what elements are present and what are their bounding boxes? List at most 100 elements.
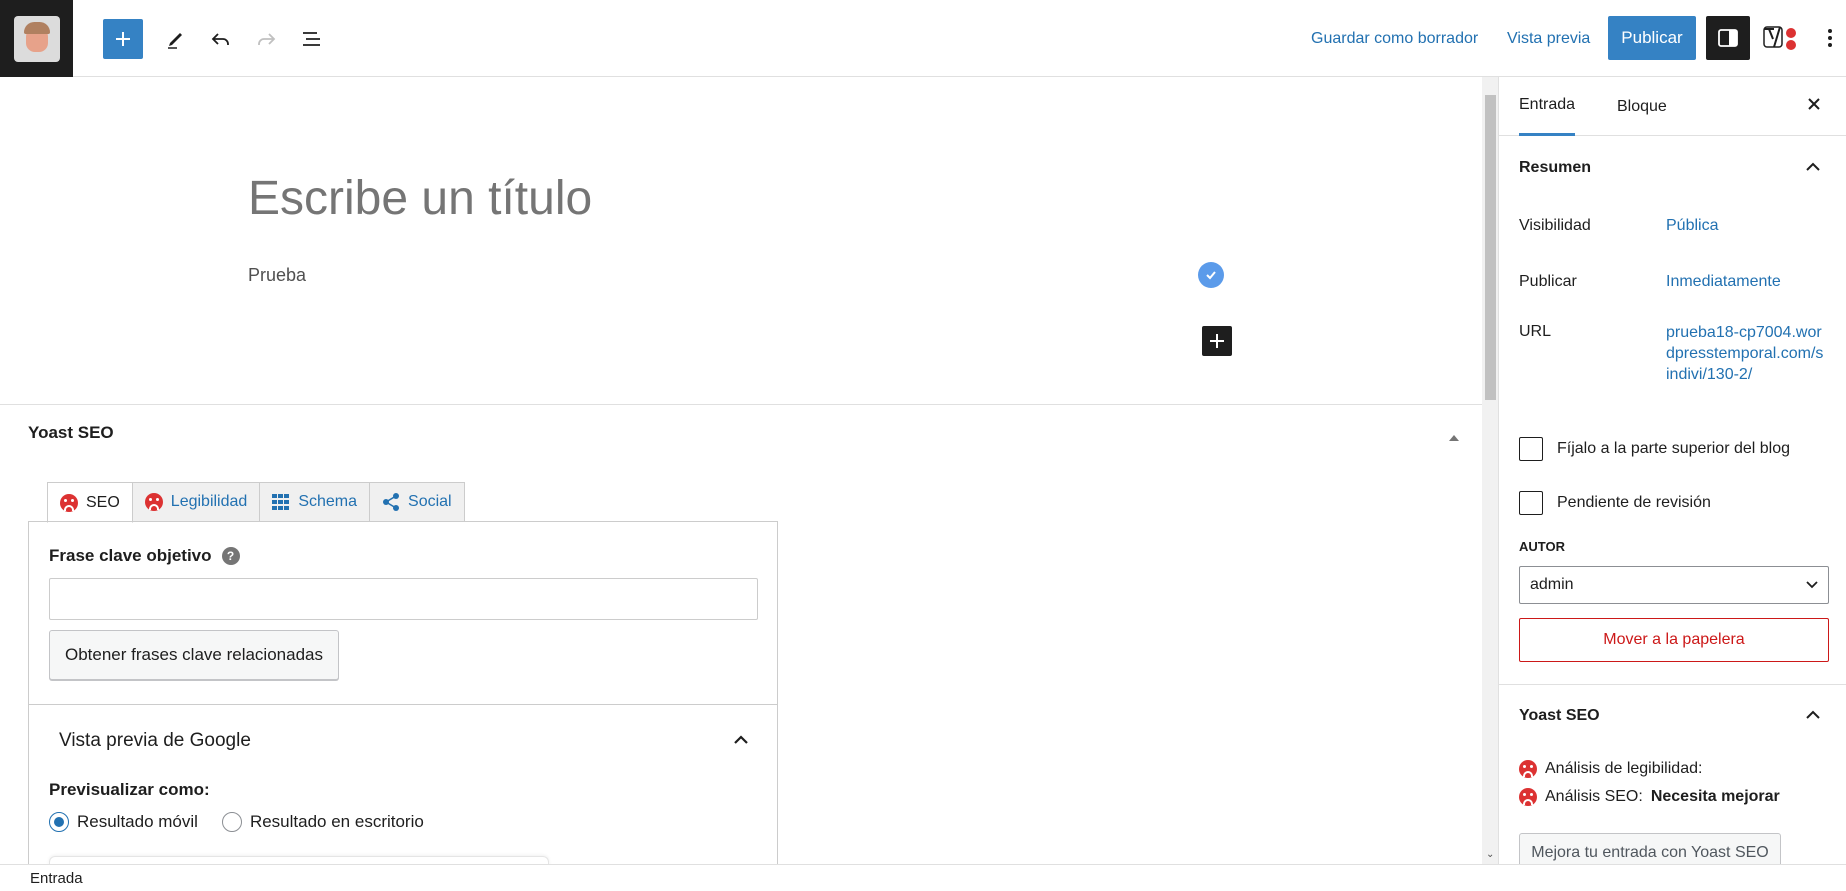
yoast-panel-title[interactable]: Yoast SEO	[1519, 707, 1600, 725]
tab-schema[interactable]: Schema	[259, 482, 371, 522]
radio-label: Resultado móvil	[77, 812, 198, 831]
author-label: AUTOR	[1519, 539, 1565, 554]
sad-face-icon	[1519, 760, 1537, 778]
visibility-label: Visibilidad	[1519, 217, 1591, 234]
help-icon[interactable]: ?	[221, 547, 240, 565]
save-draft-button[interactable]: Guardar como borrador	[1311, 30, 1478, 48]
summary-collapse-toggle[interactable]	[1805, 159, 1821, 176]
focus-keyphrase-label: Frase clave objetivo ?	[49, 546, 240, 566]
close-sidebar-button[interactable]	[1805, 95, 1823, 117]
yoast-toolbar-button[interactable]	[1758, 16, 1802, 60]
yoast-tabs: SEO Legibilidad Schema Social	[47, 482, 465, 523]
radio-desktop[interactable]: Resultado en escritorio	[221, 812, 424, 832]
paragraph-block[interactable]: Prueba	[248, 265, 306, 286]
add-block-button[interactable]	[103, 19, 143, 59]
radio-button[interactable]	[49, 812, 69, 832]
tab-social[interactable]: Social	[369, 482, 465, 522]
redo-button[interactable]	[246, 19, 286, 59]
summary-title[interactable]: Resumen	[1519, 159, 1591, 177]
publish-label: Publicar	[1519, 273, 1577, 290]
triangle-up-icon	[1449, 435, 1459, 441]
seo-score: Necesita mejorar	[1650, 788, 1780, 805]
settings-toggle-button[interactable]	[1706, 16, 1750, 60]
move-to-trash-button[interactable]: Mover a la papelera	[1519, 618, 1829, 662]
pending-review-checkbox[interactable]: Pendiente de revisión	[1519, 491, 1711, 515]
document-overview-button[interactable]	[292, 19, 332, 59]
undo-icon	[211, 33, 229, 45]
yoast-metabox: Yoast SEO SEO Legibilidad Schema Social	[0, 404, 1482, 864]
google-preview-toggle[interactable]	[733, 732, 749, 749]
chevron-down-icon	[1806, 581, 1818, 589]
yoast-logo-icon	[1763, 26, 1796, 50]
metabox-title: Yoast SEO	[28, 423, 114, 442]
focus-keyphrase-input[interactable]	[49, 578, 758, 620]
author-select-value: admin	[1530, 576, 1574, 593]
chevron-up-icon	[734, 735, 748, 744]
editor-header: Guardar como borrador Vista previa Publi…	[0, 0, 1846, 77]
options-menu-button[interactable]	[1816, 16, 1844, 60]
author-select[interactable]: admin	[1519, 566, 1829, 604]
readability-analysis: Análisis de legibilidad:	[1519, 760, 1702, 778]
seo-analysis: Análisis SEO: Necesita mejorar	[1519, 788, 1780, 806]
radio-button[interactable]	[221, 812, 242, 832]
tab-label: Legibilidad	[170, 493, 248, 510]
seo-label: Análisis SEO:	[1545, 788, 1643, 805]
tab-label: Social	[408, 493, 452, 510]
visibility-value[interactable]: Pública	[1666, 217, 1718, 235]
share-icon	[383, 493, 400, 511]
sad-face-icon	[1519, 788, 1537, 806]
preview-mode-radios: Resultado móvil Resultado en escritorio	[49, 812, 424, 832]
grammar-check-icon[interactable]	[1198, 262, 1224, 288]
url-label: URL	[1519, 323, 1552, 340]
sidebar-icon	[1718, 29, 1738, 47]
grid-icon	[272, 494, 290, 510]
url-value[interactable]: prueba18-cp7004.wordpresstemporal.com/si…	[1666, 322, 1826, 385]
editor-canvas: Escribe un título Prueba Yoast SEO SEO L…	[0, 77, 1482, 864]
tab-label: SEO	[86, 493, 120, 511]
preview-as-label: Previsualizar como:	[49, 780, 210, 799]
seo-panel: Frase clave objetivo ? Obtener frases cl…	[28, 521, 778, 864]
settings-sidebar: Entrada Bloque Resumen Visibilidad Públi…	[1498, 77, 1846, 864]
inline-add-block-button[interactable]	[1202, 326, 1232, 356]
radio-mobile[interactable]: Resultado móvil	[49, 812, 198, 832]
readability-label: Análisis de legibilidad:	[1545, 760, 1703, 777]
metabox-collapse-toggle[interactable]	[1448, 429, 1460, 446]
sticky-checkbox[interactable]: Fíjalo a la parte superior del blog	[1519, 437, 1790, 461]
radio-label: Resultado en escritorio	[249, 812, 424, 831]
yoast-panel-toggle[interactable]	[1805, 707, 1821, 724]
post-title-input[interactable]: Escribe un título	[248, 171, 592, 226]
tab-seo[interactable]: SEO	[47, 482, 133, 523]
tab-post[interactable]: Entrada	[1519, 77, 1576, 136]
tab-readability[interactable]: Legibilidad	[131, 482, 261, 522]
scrollbar-thumb[interactable]	[1485, 95, 1496, 400]
editor-scrollbar[interactable]: ⌄	[1482, 77, 1498, 864]
tab-block[interactable]: Bloque	[1617, 77, 1667, 136]
list-view-icon	[303, 32, 320, 46]
tools-button[interactable]	[156, 19, 196, 59]
editor-footer: Entrada	[0, 864, 1846, 891]
google-preview-title: Vista previa de Google	[59, 730, 251, 751]
site-icon-button[interactable]	[0, 0, 73, 77]
checkbox-label: Pendiente de revisión	[1557, 494, 1711, 511]
sad-face-icon	[60, 493, 78, 512]
breadcrumb[interactable]: Entrada	[30, 870, 83, 887]
google-preview-card	[49, 856, 549, 864]
scroll-down-arrow-icon[interactable]: ⌄	[1486, 849, 1494, 860]
improve-with-yoast-button[interactable]: Mejora tu entrada con Yoast SEO	[1519, 833, 1781, 864]
divider	[1499, 684, 1846, 685]
plus-icon	[1210, 334, 1224, 348]
close-icon	[1808, 98, 1820, 110]
pencil-icon	[168, 33, 182, 49]
preview-button[interactable]: Vista previa	[1507, 30, 1590, 48]
publish-button[interactable]: Publicar	[1608, 16, 1696, 60]
checkbox[interactable]	[1519, 437, 1543, 461]
undo-button[interactable]	[201, 19, 241, 59]
checkbox[interactable]	[1519, 491, 1543, 515]
publish-date-value[interactable]: Inmediatamente	[1666, 273, 1781, 291]
tab-label: Schema	[298, 493, 358, 510]
chevron-up-icon	[1806, 162, 1820, 171]
more-vertical-icon	[1828, 29, 1832, 47]
plus-icon	[116, 32, 130, 46]
divider	[29, 704, 777, 705]
related-keyphrases-button[interactable]: Obtener frases clave relacionadas	[49, 630, 339, 680]
